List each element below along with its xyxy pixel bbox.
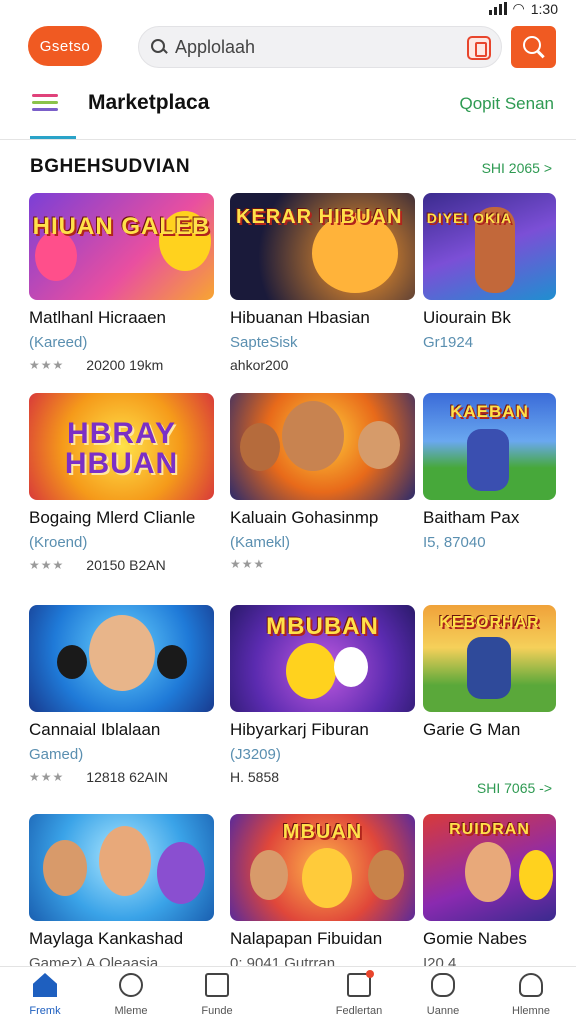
game-card[interactable]: HIUAN GALEB Matlhanl Hicraaen (Kareed) ★… bbox=[29, 193, 214, 373]
game-title: Cannaial Iblalaan bbox=[29, 720, 161, 739]
game-title: Kaluain Gohasinmp bbox=[230, 508, 379, 527]
search-button[interactable] bbox=[511, 26, 556, 68]
game-thumbnail bbox=[29, 605, 214, 712]
chat-icon bbox=[431, 973, 455, 997]
game-meta: ahkor200 bbox=[230, 357, 289, 373]
signal-icon bbox=[488, 2, 507, 15]
rating-stars: ★★★ bbox=[29, 770, 65, 784]
active-tab-indicator bbox=[30, 136, 76, 139]
nav-item-home[interactable]: Fremk bbox=[2, 973, 88, 1017]
nav-label: Fremk bbox=[29, 1005, 61, 1017]
game-title: Maylaga Kankashad bbox=[29, 929, 184, 948]
game-meta: H. 5858 bbox=[230, 769, 280, 785]
game-title: Matlhanl Hicraaen bbox=[29, 308, 167, 327]
status-bar: ◠ 1:30 bbox=[0, 0, 576, 18]
home-icon bbox=[33, 973, 57, 997]
document-icon bbox=[347, 970, 374, 997]
see-more-link[interactable]: SHI 2065 > bbox=[482, 160, 552, 176]
nav-label: Mleme bbox=[114, 1005, 148, 1017]
nav-label: Uanne bbox=[426, 1005, 460, 1017]
game-card[interactable]: RUIDRAN Gomie Nabes I20 4 bbox=[423, 814, 556, 972]
nav-item-federation[interactable]: Fedlertan bbox=[316, 970, 402, 1017]
game-thumbnail: MBUBAN bbox=[230, 605, 415, 712]
search-input[interactable]: Applolaah bbox=[175, 37, 255, 58]
grid-icon bbox=[205, 973, 229, 997]
game-card[interactable]: DIYEI OKIA Uiourain Bk Gr1924 bbox=[423, 193, 556, 351]
game-card[interactable]: KERAR HIBUAN Hibuanan Hbasian SapteSisk … bbox=[230, 193, 415, 373]
game-meta: 20150 B2AN bbox=[86, 557, 166, 573]
page-title: Marketplaca bbox=[88, 91, 210, 114]
rating-stars: ★★★ bbox=[29, 558, 65, 572]
game-title: Nalapapan Fibuidan bbox=[230, 929, 383, 948]
header-link[interactable]: Qopit Senan bbox=[459, 94, 554, 114]
nav-item-funds[interactable]: Funde bbox=[174, 973, 260, 1017]
app-bar: Gsetso Applolaah bbox=[0, 22, 576, 72]
brand-logo[interactable]: Gsetso bbox=[28, 26, 102, 66]
game-title: Hibuanan Hbasian bbox=[230, 308, 370, 327]
status-time: 1:30 bbox=[530, 0, 558, 17]
game-title: Uiourain Bk bbox=[423, 308, 511, 327]
game-card[interactable]: Cannaial Iblalaan Gamed) ★★★ 12818 62AIN bbox=[29, 605, 214, 785]
game-thumbnail: KAEBAN bbox=[423, 393, 556, 500]
game-thumbnail: HIUAN GALEB bbox=[29, 193, 214, 300]
scan-icon[interactable] bbox=[467, 36, 491, 60]
section-title: BGHEHSUDVIAN bbox=[30, 156, 191, 177]
game-category: (Kroend) bbox=[29, 534, 88, 551]
game-thumbnail: HBRAY HBUAN bbox=[29, 393, 214, 500]
game-title: Bogaing Mlerd Clianle bbox=[29, 508, 196, 527]
game-title: Hibyarkarj Fiburan bbox=[230, 720, 369, 739]
profile-icon bbox=[519, 973, 543, 997]
game-category: Gamed) bbox=[29, 746, 84, 763]
game-category: (J3209) bbox=[230, 746, 281, 763]
nav-item-games[interactable]: Mleme bbox=[88, 973, 174, 1017]
game-thumbnail bbox=[230, 393, 415, 500]
clock-icon bbox=[119, 973, 143, 997]
game-category: I5, 87040 bbox=[423, 534, 486, 551]
game-thumbnail: RUIDRAN bbox=[423, 814, 556, 921]
game-category: (Kareed) bbox=[29, 334, 88, 351]
game-card[interactable]: Maylaga Kankashad Gamez) A Oleaasia bbox=[29, 814, 214, 972]
nav-item-chat[interactable]: Uanne bbox=[400, 973, 486, 1017]
search-bar[interactable]: Applolaah bbox=[138, 26, 502, 68]
wifi-icon: ◠ bbox=[512, 0, 525, 16]
menu-icon[interactable] bbox=[32, 94, 58, 114]
game-category: SapteSisk bbox=[230, 334, 298, 351]
search-icon bbox=[149, 37, 169, 57]
nav-label: Fedlertan bbox=[335, 1005, 383, 1017]
game-card[interactable]: KEBORHAR Garie G Man bbox=[423, 605, 556, 746]
see-more-link[interactable]: SHI 7065 -> bbox=[477, 780, 552, 796]
game-card[interactable]: MBUBAN Hibyarkarj Fiburan (J3209) H. 585… bbox=[230, 605, 415, 785]
game-thumbnail bbox=[29, 814, 214, 921]
game-category: (Kamekl) bbox=[230, 534, 291, 551]
game-thumbnail: KERAR HIBUAN bbox=[230, 193, 415, 300]
game-title: Garie G Man bbox=[423, 720, 521, 739]
game-thumbnail: KEBORHAR bbox=[423, 605, 556, 712]
nav-label: Funde bbox=[201, 1005, 233, 1017]
game-thumbnail: DIYEI OKIA bbox=[423, 193, 556, 300]
game-title: Baitham Pax bbox=[423, 508, 520, 527]
game-meta: 20200 19km bbox=[86, 357, 164, 373]
nav-label: Hlemne bbox=[512, 1005, 550, 1017]
game-meta: 12818 62AIN bbox=[86, 769, 169, 785]
game-card[interactable]: Kaluain Gohasinmp (Kamekl) ★★★ bbox=[230, 393, 415, 571]
game-category: Gr1924 bbox=[423, 334, 474, 351]
game-card[interactable]: MBUAN Nalapapan Fibuidan 0: 9041 Gutrran bbox=[230, 814, 415, 972]
rating-stars: ★★★ bbox=[230, 557, 266, 571]
game-thumbnail: MBUAN bbox=[230, 814, 415, 921]
nav-item-profile[interactable]: Hlemne bbox=[488, 973, 574, 1017]
game-title: Gomie Nabes bbox=[423, 929, 527, 948]
bottom-navigation: Fremk Mleme Funde Fedlertan Uanne Hlemne bbox=[0, 966, 576, 1024]
game-card[interactable]: HBRAY HBUAN Bogaing Mlerd Clianle (Kroen… bbox=[29, 393, 214, 573]
game-card[interactable]: KAEBAN Baitham Pax I5, 87040 bbox=[423, 393, 556, 551]
tab-row: Marketplaca Qopit Senan bbox=[0, 82, 576, 140]
rating-stars: ★★★ bbox=[29, 358, 65, 372]
